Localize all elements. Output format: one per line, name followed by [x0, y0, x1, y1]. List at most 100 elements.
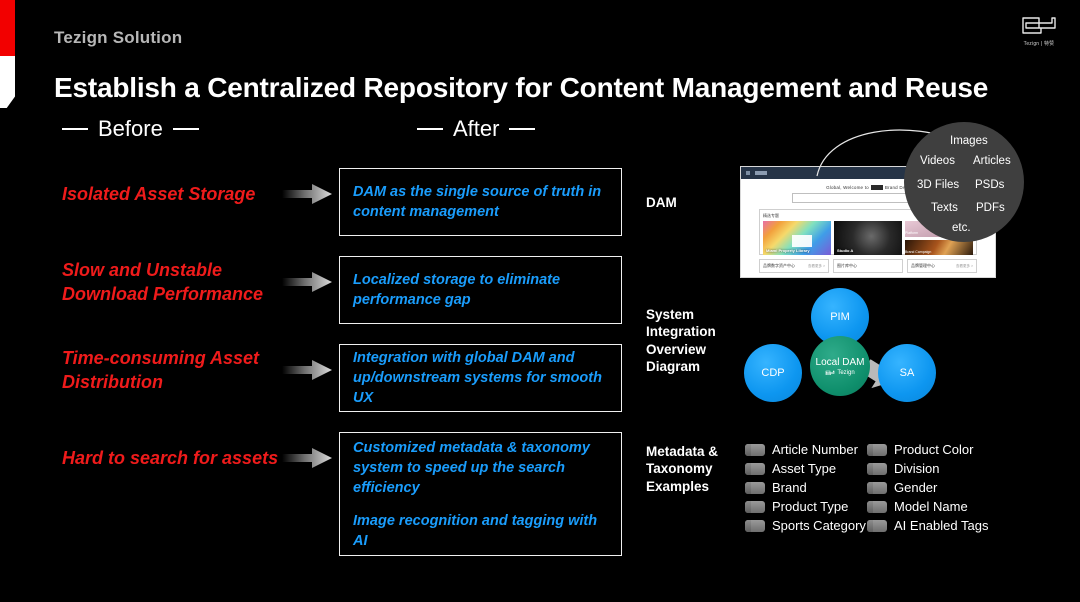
metadata-item: Brand — [745, 480, 867, 495]
logo-wordmark: Tezign | 特赞 — [1023, 40, 1055, 47]
mockup-welcome-text: Global, Welcome to Brand DAM — [826, 185, 910, 190]
dash-right-icon — [172, 128, 199, 130]
arrow-right-icon — [282, 184, 332, 205]
mockup-footer-row: 品牌数字资产中心 查看更多 > 图片库中心 品牌管理中心 查看更多 > — [759, 259, 977, 273]
dash-left-icon — [62, 128, 88, 130]
bubble-item: Videos — [920, 155, 955, 167]
system-integration-diagram: PIM CDP SA Local DAM Tezign — [736, 288, 966, 428]
diagram-node-label: CDP — [761, 367, 785, 379]
mockup-card[interactable]: Miami Property Library — [763, 221, 831, 255]
arrow-right-icon — [282, 360, 332, 381]
diagram-node-sublabel: Tezign — [837, 369, 855, 376]
mockup-footer-cell[interactable]: 品牌管理中心 查看更多 > — [907, 259, 977, 273]
metadata-item: Model Name — [867, 499, 1015, 514]
tag-icon — [867, 481, 887, 494]
after-item-2: Integration with global DAM and up/downs… — [339, 344, 622, 412]
arrow-right-icon — [282, 448, 332, 469]
tezign-logo-icon — [1022, 16, 1056, 34]
tag-icon — [745, 481, 765, 494]
before-item-label: Slow and Unstable Download Performance — [62, 260, 264, 305]
diagram-node-label: Local DAM — [815, 356, 865, 368]
metadata-item-label: Gender — [894, 480, 938, 495]
mockup-card-caption: Brand Campaign — [905, 249, 932, 254]
after-item-text: Customized metadata & taxonomy system to… — [353, 439, 590, 496]
mockup-welcome-label: Global, Welcome to — [826, 185, 869, 190]
page-title: Establish a Centralized Repository for C… — [54, 71, 989, 103]
mockup-footer-cell[interactable]: 图片库中心 — [833, 259, 903, 273]
dash-left-icon — [417, 128, 443, 130]
metadata-item: Product Type — [745, 499, 867, 514]
mockup-footer-label: 品牌数字资产中心 — [763, 263, 795, 268]
mockup-card-caption: Studio A — [837, 248, 854, 253]
mockup-footer-label: 图片库中心 — [837, 263, 857, 268]
before-item-0: Isolated Asset Storage — [62, 182, 342, 206]
metadata-item-label: Model Name — [894, 499, 968, 514]
bubble-item: Images — [950, 135, 988, 147]
metadata-item: Product Color — [867, 442, 1015, 457]
tag-icon — [867, 519, 887, 532]
bubble-item: 3D Files — [917, 179, 960, 191]
tezign-logo: Tezign | 特赞 — [1010, 8, 1068, 52]
mockup-footer-more: 查看更多 > — [955, 263, 973, 268]
after-item-1: Localized storage to eliminate performan… — [339, 256, 622, 324]
metadata-item-label: Brand — [772, 480, 807, 495]
metadata-item: Division — [867, 461, 1015, 476]
diagram-node-sublabel-row: Tezign — [825, 369, 855, 376]
before-item-label: Time-consuming Asset Distribution — [62, 348, 260, 393]
before-item-1: Slow and Unstable Download Performance — [62, 258, 342, 307]
diagram-node-local-dam: Local DAM Tezign — [810, 336, 870, 396]
tag-icon — [745, 443, 765, 456]
metadata-item: Sports Category — [745, 518, 867, 533]
metadata-item-label: Division — [894, 461, 940, 476]
metadata-item-label: Asset Type — [772, 461, 837, 476]
tag-icon — [745, 519, 765, 532]
arrow-right-icon — [282, 272, 332, 293]
bubble-item: Texts — [931, 202, 958, 214]
diagram-node-cdp: CDP — [744, 344, 802, 402]
metadata-item: Asset Type — [745, 461, 867, 476]
eyebrow-label: Tezign Solution — [54, 28, 183, 47]
diagram-node-label: SA — [899, 367, 915, 379]
metadata-item: Gender — [867, 480, 1015, 495]
tag-icon — [867, 443, 887, 456]
right-label-metadata: Metadata & Taxonomy Examples — [646, 444, 719, 494]
after-item-3: Customized metadata & taxonomy system to… — [339, 432, 622, 556]
after-item-text: Integration with global DAM and up/downs… — [353, 350, 602, 406]
mockup-card-caption: Platform — [905, 231, 919, 235]
mockup-footer-label: 品牌管理中心 — [911, 263, 935, 268]
edge-accent-red — [0, 0, 15, 56]
before-item-label: Hard to search for assets — [62, 448, 279, 468]
bubble-item: PDFs — [976, 202, 1005, 214]
tag-icon — [745, 462, 765, 475]
bubble-item: PSDs — [975, 179, 1005, 191]
edge-accent-white — [0, 56, 15, 108]
tag-icon — [867, 462, 887, 475]
mockup-card-caption: Miami Property Library — [766, 248, 810, 253]
mockup-card[interactable]: Studio A — [834, 221, 902, 255]
metadata-item-label: Product Type — [772, 499, 849, 514]
bubble-item: Articles — [973, 155, 1011, 167]
metadata-item-label: Sports Category — [772, 518, 866, 533]
diagram-node-label: PIM — [830, 311, 850, 323]
before-item-2: Time-consuming Asset Distribution — [62, 346, 342, 395]
after-item-text: Localized storage to eliminate performan… — [353, 272, 561, 308]
mockup-brand-redaction — [870, 185, 883, 190]
right-label-dam: DAM — [646, 195, 677, 210]
after-label: After — [453, 116, 500, 141]
dash-right-icon — [509, 128, 536, 130]
before-item-label: Isolated Asset Storage — [62, 184, 256, 204]
mockup-footer-cell[interactable]: 品牌数字资产中心 查看更多 > — [759, 259, 829, 273]
after-item-0: DAM as the single source of truth in con… — [339, 168, 622, 236]
bubble-item: etc. — [952, 222, 971, 234]
tezign-logo-icon — [826, 370, 835, 375]
diagram-node-sa: SA — [878, 344, 936, 402]
after-item-text-secondary: Image recognition and tagging with AI — [353, 512, 598, 549]
mockup-menu-icon — [746, 171, 750, 175]
mockup-tab — [755, 171, 767, 175]
after-item-text: DAM as the single source of truth in con… — [353, 184, 602, 220]
metadata-examples-list: Article Number Product Color Asset Type … — [745, 442, 1015, 533]
metadata-item: Article Number — [745, 442, 867, 457]
metadata-item-label: AI Enabled Tags — [894, 518, 989, 533]
before-item-3: Hard to search for assets — [62, 446, 342, 470]
before-column-header: Before — [62, 116, 199, 142]
